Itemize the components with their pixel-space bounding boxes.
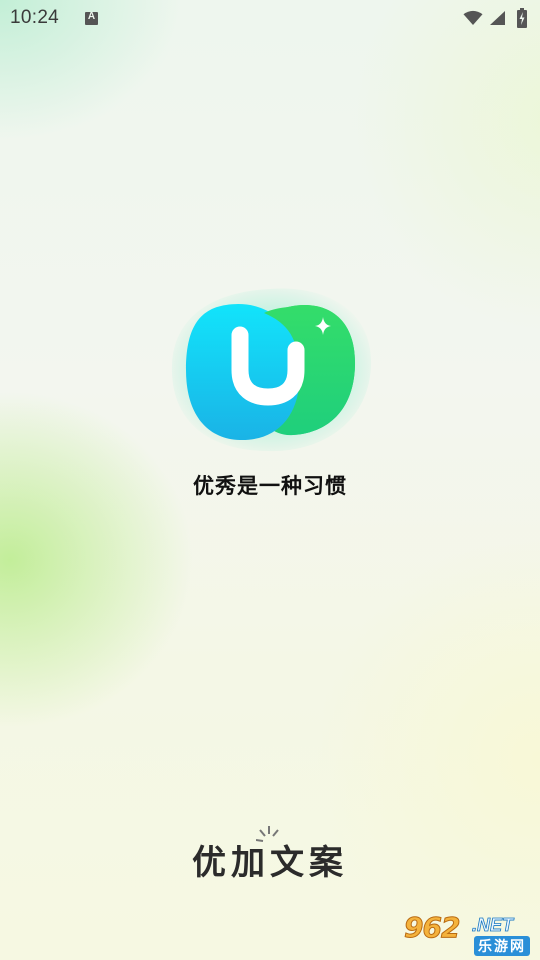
watermark-number: 962 [403,911,460,945]
cell-signal-icon [490,11,505,25]
battery-charging-icon [517,8,527,28]
watermark-site-name: 乐游网 [474,936,530,956]
app-name: 优加文案 [192,843,348,883]
site-watermark: 962 .NET 乐游网 [400,905,540,960]
text-a-icon: A [85,11,98,25]
text-a-glyph: A [87,11,96,22]
status-bar: 10:24 A [0,0,540,36]
app-logo-u-icon [171,288,372,452]
wifi-icon [463,10,483,25]
watermark-domain: .NET [472,915,514,936]
status-time: 10:24 [10,7,60,28]
splash-screen: 10:24 A 优秀是一种习惯 优加文案 962 .NET 乐游网 [0,0,540,960]
slogan-text: 优秀是一种习惯 [193,473,347,498]
